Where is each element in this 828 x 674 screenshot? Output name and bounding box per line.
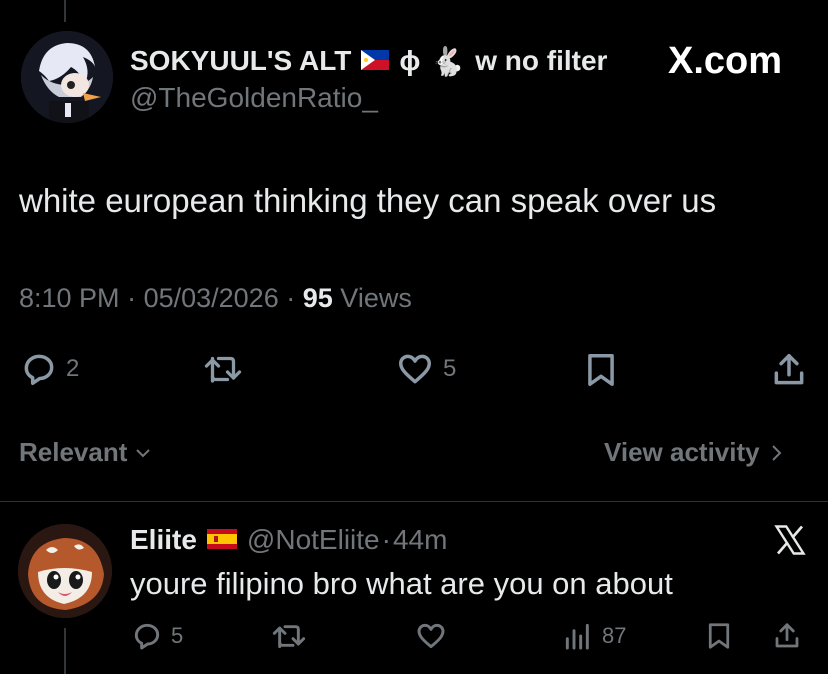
chevron-right-icon [771, 444, 782, 461]
philippines-flag-icon [361, 45, 390, 77]
bookmark-icon [588, 354, 614, 386]
separator-dot: · [286, 283, 303, 313]
reply-text: youre filipino bro what are you on about [130, 566, 673, 601]
tweet-date[interactable]: 05/03/2026 [144, 283, 279, 313]
tweet-header: SOKYUUL'S ALT ϕ 🐇 w no filter [130, 42, 607, 80]
heart-icon [399, 354, 431, 384]
tweet-meta: 8:10 PM · 05/03/2026 · 95 Views [19, 283, 412, 314]
analytics-icon [565, 623, 589, 650]
reply-avatar[interactable] [18, 524, 112, 618]
tweet-handle[interactable]: @TheGoldenRatio_ [130, 82, 378, 114]
like-count: 5 [443, 355, 457, 382]
view-activity-label: View activity [604, 437, 760, 467]
reply-icon [24, 354, 54, 385]
reply-display-name[interactable]: Eliite [130, 524, 197, 556]
reply-header: Eliite @NotEliite · 44m [130, 524, 447, 556]
x-logo-watermark: X.com [668, 40, 783, 82]
thread-line-bottom [64, 628, 66, 674]
watermark: X.com [668, 40, 782, 83]
repost-icon [204, 356, 242, 383]
repost-icon [272, 625, 306, 649]
views-label: Views [340, 283, 412, 313]
chevron-down-icon [136, 448, 151, 457]
reply-handle[interactable]: @NotEliite [247, 524, 380, 556]
view-activity-link[interactable]: View activity [604, 437, 784, 468]
reply-button[interactable]: 2 [20, 350, 79, 388]
thread-line-top [64, 0, 66, 22]
tweet-time[interactable]: 8:10 PM [19, 283, 120, 313]
separator-dot: · [127, 283, 144, 313]
reply-reply-count: 5 [171, 623, 184, 648]
heart-icon [417, 623, 445, 649]
rabbit-icon: 🐇 [430, 45, 466, 77]
reply-like-button[interactable] [414, 620, 448, 652]
name-suffix: w no filter [475, 45, 608, 76]
share-icon [775, 623, 799, 648]
reply-time[interactable]: 44m [393, 524, 447, 556]
relevant-label: Relevant [19, 437, 128, 467]
like-button[interactable]: 5 [395, 350, 456, 388]
share-button[interactable] [770, 350, 808, 390]
bookmark-button[interactable] [582, 350, 620, 390]
phi-symbol: ϕ [399, 45, 421, 76]
repost-button[interactable] [202, 350, 244, 388]
x-logo-icon[interactable] [772, 522, 808, 563]
tweet-text: white european thinking they can speak o… [19, 182, 717, 219]
bookmark-icon [708, 623, 730, 649]
share-icon [774, 354, 804, 385]
reply-share-button[interactable] [772, 620, 802, 652]
reply-views-count: 87 [602, 623, 627, 648]
divider [0, 501, 828, 502]
reply-reply-button[interactable]: 5 [131, 620, 183, 652]
reply-views-button[interactable]: 87 [562, 620, 626, 652]
reply-icon [134, 623, 160, 650]
reply-bookmark-button[interactable] [704, 620, 734, 652]
spain-flag-icon [206, 524, 237, 556]
views-count: 95 [302, 283, 333, 313]
reply-count: 2 [66, 355, 80, 382]
separator-dot: · [381, 524, 391, 555]
display-name[interactable]: SOKYUUL'S ALT [130, 45, 351, 77]
relevant-dropdown[interactable]: Relevant [19, 437, 153, 468]
reply-repost-button[interactable] [270, 620, 308, 652]
avatar[interactable] [21, 31, 113, 123]
